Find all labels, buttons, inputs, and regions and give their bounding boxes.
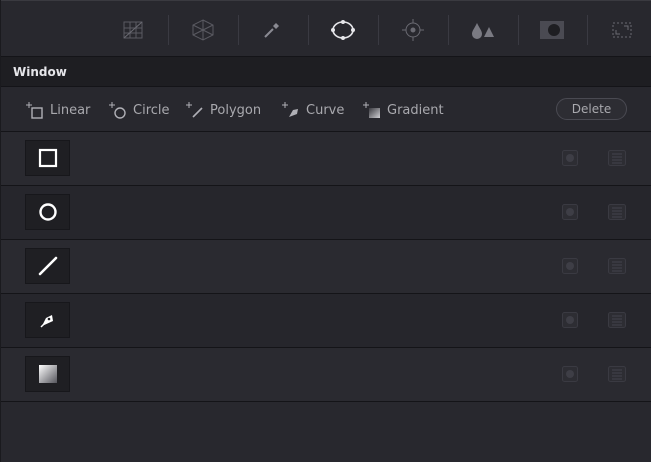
window-thumbnail[interactable] <box>25 356 70 392</box>
eyedropper-icon[interactable] <box>257 15 287 45</box>
gradient-add-icon <box>363 102 380 118</box>
window-thumbnail[interactable] <box>25 302 70 338</box>
window-thumbnail[interactable] <box>25 140 70 176</box>
window-thumbnail[interactable] <box>25 248 70 284</box>
panel-header: Window <box>1 57 651 87</box>
add-linear-button[interactable]: Linear <box>25 100 90 120</box>
polygon-label: Polygon <box>210 102 262 118</box>
invert-toggle-icon[interactable] <box>562 150 578 166</box>
invert-toggle-icon[interactable] <box>562 312 578 328</box>
resize-icon[interactable] <box>607 15 637 45</box>
mask-toggle-icon[interactable] <box>608 204 626 220</box>
window-row-gradient[interactable] <box>1 348 651 402</box>
circle-add-icon <box>109 102 126 119</box>
qualifier-icon[interactable] <box>188 15 218 45</box>
linear-add-icon <box>26 102 43 119</box>
add-gradient-button[interactable]: Gradient <box>362 100 444 120</box>
invert-toggle-icon[interactable] <box>562 366 578 382</box>
mask-toggle-icon[interactable] <box>608 150 626 166</box>
line-icon <box>38 256 57 276</box>
shape-toolbar: Linear Circle Polygon Curve Gradient Del… <box>1 87 651 132</box>
mask-toggle-icon[interactable] <box>608 312 626 328</box>
pen-icon <box>39 315 53 328</box>
add-polygon-button[interactable]: Polygon <box>185 100 261 120</box>
tracker-icon[interactable] <box>398 15 428 45</box>
blur-icon[interactable] <box>467 15 497 45</box>
window-row-linear[interactable] <box>1 132 651 186</box>
palette-toolbar <box>1 0 651 57</box>
circle-label: Circle <box>133 102 170 118</box>
add-curve-button[interactable]: Curve <box>281 100 344 120</box>
window-icon[interactable] <box>328 15 358 45</box>
add-circle-button[interactable]: Circle <box>108 100 170 120</box>
delete-button[interactable]: Delete <box>556 98 627 120</box>
window-row-curve[interactable] <box>1 294 651 348</box>
curve-add-icon <box>282 102 298 117</box>
key-icon[interactable] <box>537 15 567 45</box>
mask-toggle-icon[interactable] <box>608 258 626 274</box>
panel-title: Window <box>13 65 67 79</box>
invert-toggle-icon[interactable] <box>562 204 578 220</box>
curves-icon[interactable] <box>118 15 148 45</box>
circle-icon <box>38 203 57 221</box>
empty-list-area <box>1 402 651 462</box>
window-thumbnail[interactable] <box>25 194 70 230</box>
gradient-label: Gradient <box>387 102 444 118</box>
window-row-polygon[interactable] <box>1 240 651 294</box>
polygon-add-icon <box>186 102 203 118</box>
linear-label: Linear <box>50 102 91 118</box>
window-panel: Window Linear Circle Polygon Curve Gradi… <box>0 0 651 462</box>
curve-label: Curve <box>306 102 345 118</box>
gradient-icon <box>38 365 57 383</box>
window-row-circle[interactable] <box>1 186 651 240</box>
square-icon <box>38 148 57 168</box>
mask-toggle-icon[interactable] <box>608 366 626 382</box>
invert-toggle-icon[interactable] <box>562 258 578 274</box>
